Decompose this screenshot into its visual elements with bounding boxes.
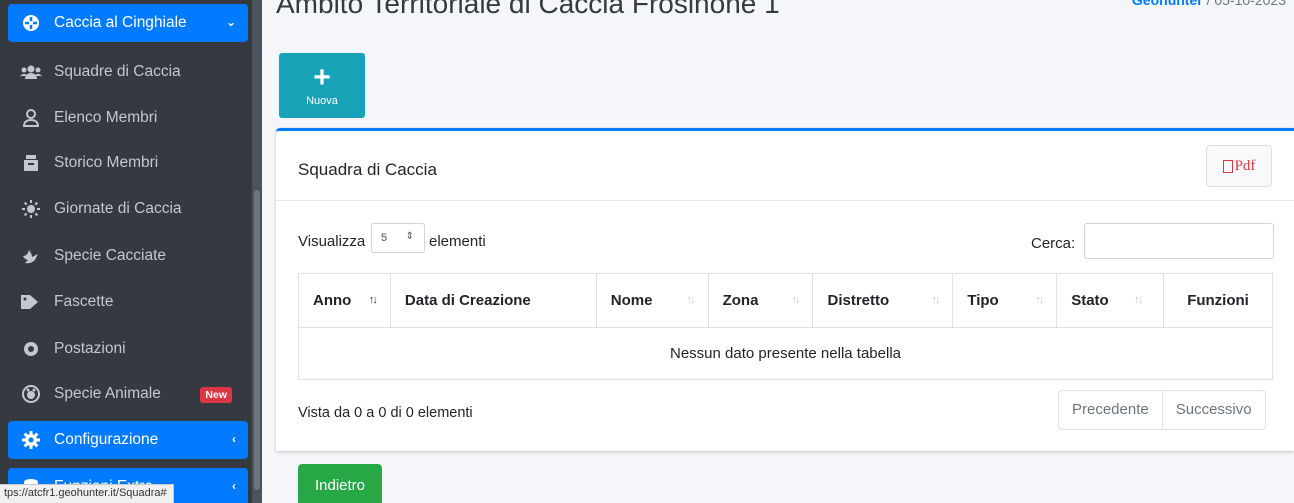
search-input[interactable] — [1084, 223, 1274, 259]
crosshair-icon — [20, 14, 42, 32]
sidebar-item-specie-animale[interactable]: Specie Animale New — [8, 375, 248, 413]
card-header: Squadra di Caccia Pdf — [276, 131, 1294, 201]
sort-icon: ↑↓ — [791, 294, 800, 306]
scrollbar-thumb[interactable] — [254, 190, 260, 490]
squadra-card: Squadra di Caccia Pdf Visualizza 5 ⇕ ele… — [276, 128, 1294, 451]
sidebar-item-label: Storico Membri — [54, 154, 159, 171]
breadcrumb: Geohunter / 05-10-2023 — [1132, 0, 1286, 8]
sidebar-item-postazioni[interactable]: Postazioni — [8, 330, 248, 368]
sidebar-item-label: Giornate di Caccia — [54, 200, 182, 217]
length-label: Visualizza — [298, 233, 366, 250]
sidebar-item-squadre-di-caccia[interactable]: Squadre di Caccia — [8, 53, 248, 91]
new-badge: New — [200, 387, 232, 403]
pagination: Precedente Successivo — [1058, 390, 1266, 430]
sidebar-item-configurazione[interactable]: Configurazione ‹ — [8, 421, 248, 459]
select-caret-icon: ⇕ — [405, 231, 414, 242]
sidebar-item-label: Postazioni — [54, 340, 126, 357]
dove-icon — [20, 247, 42, 265]
sun-icon — [20, 200, 42, 218]
sort-icon: ↑↓ — [1035, 294, 1044, 306]
cog-icon — [20, 431, 42, 449]
chevron-down-icon: ⌄ — [225, 15, 236, 29]
previous-page-button[interactable]: Precedente — [1059, 391, 1162, 429]
next-page-button[interactable]: Successivo — [1161, 391, 1265, 429]
sort-icon: ↑↓ — [686, 294, 696, 306]
pdf-button-label: Pdf — [1234, 157, 1256, 174]
column-header-tipo[interactable]: Tipo ↑↓ — [952, 273, 1058, 328]
sidebar-item-label: Specie Animale — [54, 385, 161, 402]
archive-icon — [20, 154, 42, 172]
plus-icon: + — [313, 60, 331, 94]
page-title: Ambito Territoriale di Caccia Frosinone … — [276, 0, 780, 19]
dot-circle-icon — [20, 340, 42, 358]
sidebar-item-label: Configurazione — [54, 431, 159, 448]
card-title: Squadra di Caccia — [298, 160, 437, 179]
column-header-nome[interactable]: Nome ↑↓ — [595, 273, 709, 328]
column-header-anno[interactable]: Anno ↑↓ — [298, 273, 391, 328]
user-link[interactable]: Geohunter — [1132, 0, 1203, 8]
sidebar: Caccia al Cinghiale ⌄ Squadre di Caccia … — [0, 0, 252, 503]
paw-icon — [20, 385, 42, 403]
current-date: 05-10-2023 — [1214, 0, 1286, 8]
pdf-button[interactable]: Pdf — [1206, 145, 1272, 187]
new-button[interactable]: + Nuova — [279, 53, 365, 118]
column-header-stato[interactable]: Stato ↑↓ — [1056, 273, 1165, 328]
table-info: Vista da 0 a 0 di 0 elementi — [298, 405, 473, 421]
sidebar-item-fascette[interactable]: Fascette — [8, 283, 248, 321]
column-header-distretto[interactable]: Distretto ↑↓ — [812, 273, 954, 328]
sort-icon: ↑↓ — [1134, 294, 1143, 306]
sidebar-scrollbar[interactable] — [252, 0, 262, 503]
squadre-table: Anno ↑↓ Data di Creazione Nome ↑↓ Zona ↑↓ D… — [298, 273, 1273, 380]
sidebar-item-caccia-al-cinghiale[interactable]: Caccia al Cinghiale ⌄ — [8, 4, 248, 42]
sort-desc-icon: ↑↓ — [368, 294, 378, 306]
sidebar-item-label: Specie Cacciate — [54, 247, 167, 264]
sidebar-item-storico-membri[interactable]: Storico Membri — [8, 144, 248, 182]
file-pdf-icon — [1222, 159, 1233, 173]
sidebar-item-label: Fascette — [54, 293, 114, 310]
chevron-left-icon: ‹ — [232, 432, 236, 446]
breadcrumb-separator: / — [1206, 0, 1211, 8]
users-icon — [20, 63, 42, 81]
search-label: Cerca: — [1031, 235, 1076, 252]
sidebar-item-label: Caccia al Cinghiale — [54, 14, 187, 31]
user-icon — [20, 109, 42, 127]
sidebar-item-specie-cacciate[interactable]: Specie Cacciate — [8, 237, 248, 275]
empty-table-message: Nessun dato presente nella tabella — [298, 327, 1273, 380]
sidebar-item-label: Squadre di Caccia — [54, 63, 181, 80]
sort-icon: ↑↓ — [931, 294, 940, 306]
sidebar-item-giornate-di-caccia[interactable]: Giornate di Caccia — [8, 190, 248, 228]
column-header-funzioni: Funzioni — [1163, 273, 1273, 328]
column-header-data-creazione[interactable]: Data di Creazione — [389, 273, 597, 328]
page-length-select[interactable]: 5 ⇕ — [371, 223, 425, 253]
tags-icon — [20, 293, 42, 311]
page-length-value: 5 — [381, 232, 388, 244]
sidebar-item-label: Elenco Membri — [54, 109, 158, 126]
new-button-label: Nuova — [306, 94, 338, 107]
status-bar-url: tps://atcfr1.geohunter.it/Squadra# — [0, 484, 174, 503]
back-button[interactable]: Indietro — [298, 464, 382, 503]
length-suffix: elementi — [429, 233, 486, 250]
column-header-zona[interactable]: Zona ↑↓ — [707, 273, 814, 328]
chevron-left-icon: ‹ — [232, 479, 236, 493]
sidebar-item-elenco-membri[interactable]: Elenco Membri — [8, 99, 248, 137]
